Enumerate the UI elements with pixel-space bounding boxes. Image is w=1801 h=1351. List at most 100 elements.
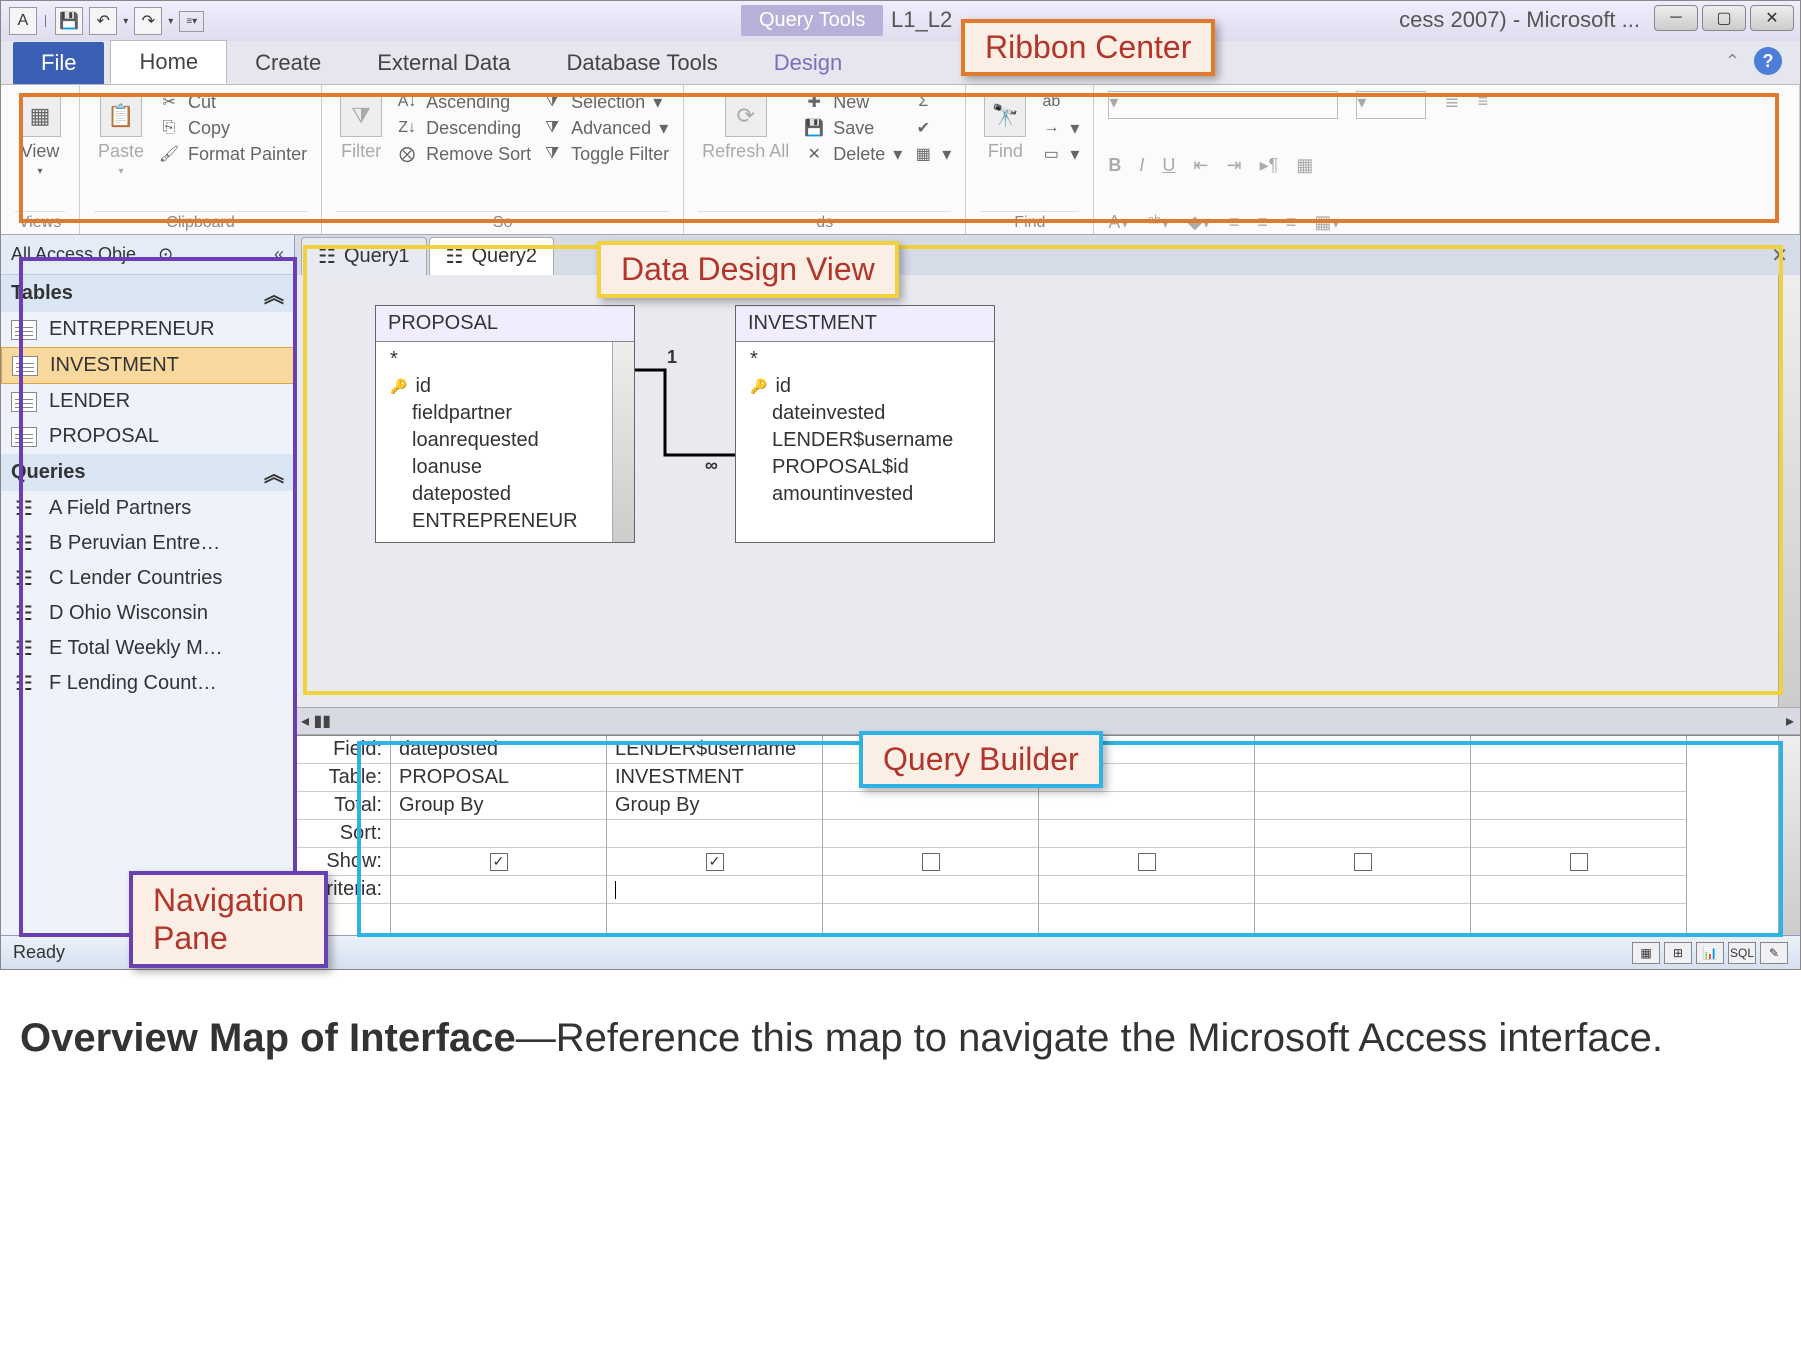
field-amountinvested[interactable]: amountinvested [744,481,986,508]
font-color-icon[interactable]: A▾ [1108,212,1129,233]
toggle-filter-button[interactable]: ⧩Toggle Filter [541,143,669,165]
nav-query-c[interactable]: ☷C Lender Countries [1,561,294,596]
field-id[interactable]: 🔑id [384,373,626,400]
ribbon-tab-database-tools[interactable]: Database Tools [538,42,745,84]
field-loanrequested[interactable]: loanrequested [384,427,626,454]
scroll-left-icon[interactable]: ◂ ▮▮ [301,711,331,731]
font-combo[interactable]: ▾ [1108,91,1338,119]
close-tab-icon[interactable]: ✕ [1771,243,1788,268]
qbe-cell-show[interactable] [1471,848,1686,876]
field-dateinvested[interactable]: dateinvested [744,400,986,427]
nav-query-d[interactable]: ☷D Ohio Wisconsin [1,596,294,631]
align-left-icon[interactable]: ≡ [1229,212,1240,233]
nav-header-drop-icon[interactable]: ⊙ [158,244,173,265]
find-button[interactable]: 🔭 Find [980,91,1030,166]
nav-query-e[interactable]: ☷E Total Weekly M… [1,631,294,666]
ribbon-tab-external-data[interactable]: External Data [349,42,538,84]
nav-pane-header[interactable]: All Access Obje…⊙ « [1,235,294,275]
qbe-cell-sort[interactable] [391,820,606,848]
qbe-cell-show[interactable] [1039,848,1254,876]
save-record-button[interactable]: 💾Save [803,117,902,139]
qbe-cell-show[interactable]: ✓ [607,848,822,876]
view-chart-icon[interactable]: 📊 [1696,942,1724,964]
qbe-cell-show[interactable]: ✓ [391,848,606,876]
remove-sort-button[interactable]: ⨂Remove Sort [396,143,531,165]
ribbon-tab-home[interactable]: Home [110,40,227,84]
qbe-cell-sort[interactable] [607,820,822,848]
ribbon-tab-file[interactable]: File [13,42,104,84]
nav-query-f[interactable]: ☷F Lending Count… [1,666,294,701]
spelling-button[interactable]: ✔ [912,117,951,139]
italic-icon[interactable]: I [1139,155,1144,176]
contextual-tab-query-tools[interactable]: Query Tools [741,5,883,36]
nav-table-entrepreneur[interactable]: ENTREPRENEUR [1,312,294,347]
scroll-right-icon[interactable]: ▸ [1786,711,1794,731]
save-icon[interactable]: 💾 [55,7,83,35]
numbering-icon[interactable]: ≡ [1477,91,1488,112]
qbe-cell-criteria[interactable] [391,876,606,904]
ribbon-collapse-icon[interactable]: ⌃ [1725,51,1740,72]
qbe-cell-field[interactable]: LENDER$username [607,736,822,764]
qbe-cell-show[interactable] [1255,848,1470,876]
field-lender-username[interactable]: LENDER$username [744,427,986,454]
view-design-icon[interactable]: ✎ [1760,942,1788,964]
qbe-vscrollbar[interactable] [1778,736,1800,935]
help-icon[interactable]: ? [1754,47,1782,75]
doc-tab-query1[interactable]: ☷Query1 [301,237,427,275]
advanced-button[interactable]: ⧩Advanced ▾ [541,117,669,139]
size-combo[interactable]: ▾ [1356,91,1426,119]
copy-button[interactable]: ⎘Copy [158,117,307,139]
qbe-cell-show[interactable] [823,848,1038,876]
collapse-queries-icon[interactable]: ︽ [264,458,284,487]
minimize-button[interactable]: ─ [1654,5,1698,31]
align-right-icon[interactable]: ≡ [1286,212,1297,233]
qbe-cell-total[interactable]: Group By [607,792,822,820]
canvas-vscrollbar[interactable] [1778,275,1800,707]
qbe-col-1[interactable]: dateposted PROPOSAL Group By ✓ [391,736,607,935]
qbe-cell-table[interactable]: INVESTMENT [607,764,822,792]
qbe-cell-field[interactable]: dateposted [391,736,606,764]
paste-button[interactable]: 📋 Paste ▾ [94,91,148,181]
nav-query-b[interactable]: ☷B Peruvian Entre… [1,526,294,561]
highlight-icon[interactable]: ᵃᵇ▾ [1147,212,1170,233]
ribbon-tab-design[interactable]: Design [746,42,870,84]
qat-more-icon[interactable]: ≡▾ [179,11,204,32]
undo-drop[interactable]: ▾ [123,16,128,27]
view-sql-icon[interactable]: SQL [1728,942,1756,964]
bold-icon[interactable]: B [1108,155,1121,176]
nav-table-proposal[interactable]: PROPOSAL [1,419,294,454]
close-button[interactable]: ✕ [1750,5,1794,31]
indent-dec-icon[interactable]: ⇤ [1193,155,1208,176]
view-pivot-icon[interactable]: ⊞ [1664,942,1692,964]
underline-icon[interactable]: U [1162,155,1175,176]
field-dateposted[interactable]: dateposted [384,481,626,508]
query-design-canvas[interactable]: PROPOSAL * 🔑id fieldpartner loanrequeste… [295,275,1800,707]
select-button[interactable]: ▭▾ [1040,143,1079,165]
indent-inc-icon[interactable]: ⇥ [1227,155,1242,176]
qbe-cell-criteria[interactable] [607,876,822,904]
new-button[interactable]: ✚New [803,91,902,113]
table-box-proposal[interactable]: PROPOSAL * 🔑id fieldpartner loanrequeste… [375,305,635,543]
format-painter-button[interactable]: 🖌Format Painter [158,143,307,165]
qbe-col-2[interactable]: LENDER$username INVESTMENT Group By ✓ [607,736,823,935]
more-button[interactable]: ▦▾ [912,143,951,165]
ribbon-tab-create[interactable]: Create [227,42,349,84]
redo-drop[interactable]: ▾ [168,16,173,27]
gridlines-icon[interactable]: ▦ [1296,155,1313,176]
alt-fill-icon[interactable]: ▦▾ [1314,212,1340,233]
filter-button[interactable]: ⧩ Filter [336,91,386,166]
goto-button[interactable]: →▾ [1040,117,1079,139]
qbe-cell-total[interactable]: Group By [391,792,606,820]
table-box-investment[interactable]: INVESTMENT * 🔑id dateinvested LENDER$use… [735,305,995,543]
doc-tab-query2[interactable]: ☷Query2 [429,237,555,275]
undo-icon[interactable]: ↶ [89,7,117,35]
selection-button[interactable]: ⧩Selection ▾ [541,91,669,113]
field-star[interactable]: * [744,346,986,373]
field-id[interactable]: 🔑id [744,373,986,400]
ltr-icon[interactable]: ▸¶ [1260,155,1279,176]
qbe-col-6[interactable] [1471,736,1687,935]
field-loanuse[interactable]: loanuse [384,454,626,481]
qbe-cell-table[interactable]: PROPOSAL [391,764,606,792]
field-star[interactable]: * [384,346,626,373]
redo-icon[interactable]: ↷ [134,7,162,35]
